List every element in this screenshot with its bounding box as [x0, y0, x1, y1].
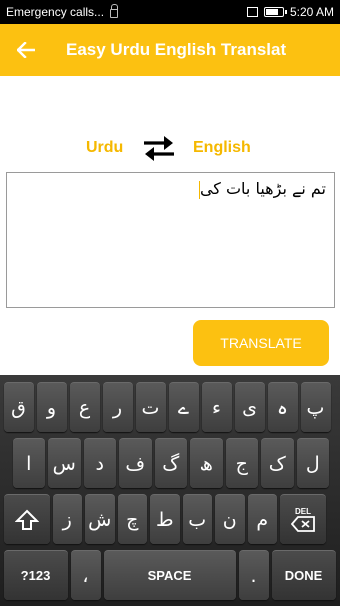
row3-key-6[interactable]: ن	[215, 494, 245, 544]
row3-key-5[interactable]: ب	[182, 494, 212, 544]
input-text: تم نے بڑھیا بات کی	[199, 179, 326, 198]
row1-key-10[interactable]: پ	[300, 382, 331, 432]
row2-key-6[interactable]: ھ	[190, 438, 223, 488]
done-key[interactable]: DONE	[271, 550, 336, 600]
row2-key-5[interactable]: گ	[154, 438, 187, 488]
swap-arrows-icon	[144, 136, 174, 161]
urdu-text-input[interactable]: تم نے بڑھیا بات کی	[6, 172, 335, 308]
row3-key-3[interactable]: چ	[117, 494, 147, 544]
app-bar: Easy Urdu English Translat	[0, 24, 340, 76]
on-screen-keyboard: قوعرتےءیہپ اسدفگھجکل زشچطبنم DEL ?123 ، …	[0, 375, 340, 606]
row3-key-2[interactable]: ش	[85, 494, 115, 544]
translate-button[interactable]: TRANSLATE	[193, 320, 329, 366]
shift-key[interactable]	[3, 494, 50, 544]
row3-key-1[interactable]: ز	[52, 494, 82, 544]
delete-label: DEL	[295, 507, 311, 516]
comma-key[interactable]: ،	[70, 550, 101, 600]
keyboard-row-2: اسدفگھجکل	[0, 435, 340, 491]
notification-text: Emergency calls...	[6, 5, 105, 19]
row1-key-8[interactable]: ی	[234, 382, 265, 432]
app-title: Easy Urdu English Translat	[66, 40, 287, 59]
keyboard-row-3-letters: زشچطبنم	[51, 494, 279, 544]
language-selector: Urdu English	[0, 132, 340, 164]
row1-key-1[interactable]: ق	[3, 382, 34, 432]
row2-key-4[interactable]: ف	[119, 438, 152, 488]
backspace-icon	[291, 516, 315, 532]
status-time: 5:20 AM	[289, 5, 334, 19]
keyboard-row-1: قوعرتےءیہپ	[0, 379, 340, 435]
arrow-left-icon	[17, 42, 35, 58]
battery-icon	[263, 7, 287, 17]
status-bar: Emergency calls... 5:20 AM	[0, 0, 340, 24]
symbols-key[interactable]: ?123	[3, 550, 68, 600]
row1-key-4[interactable]: ر	[102, 382, 133, 432]
period-key[interactable]: .	[238, 550, 269, 600]
row1-key-9[interactable]: ہ	[267, 382, 298, 432]
row2-key-3[interactable]: د	[83, 438, 116, 488]
row3-key-7[interactable]: م	[247, 494, 277, 544]
row2-key-2[interactable]: س	[48, 438, 81, 488]
swap-languages-button[interactable]	[140, 134, 178, 162]
row3-key-4[interactable]: ط	[150, 494, 180, 544]
battery-fill	[265, 9, 278, 15]
row1-key-7[interactable]: ء	[201, 382, 232, 432]
status-right: 5:20 AM	[246, 5, 334, 19]
status-left: Emergency calls...	[6, 4, 247, 19]
row2-key-8[interactable]: ک	[261, 438, 294, 488]
back-button[interactable]	[0, 24, 52, 76]
source-language[interactable]: Urdu	[86, 139, 123, 157]
keyboard-row-4: ?123 ، SPACE . DONE	[0, 547, 340, 603]
image-notification-icon	[246, 7, 258, 17]
row1-key-2[interactable]: و	[36, 382, 67, 432]
row2-key-9[interactable]: ل	[296, 438, 329, 488]
row1-key-5[interactable]: ت	[135, 382, 166, 432]
target-language[interactable]: English	[193, 139, 251, 157]
lock-icon	[110, 4, 119, 18]
row1-key-6[interactable]: ے	[168, 382, 199, 432]
keyboard-row-3: زشچطبنم DEL	[0, 491, 340, 547]
row2-key-7[interactable]: ج	[225, 438, 258, 488]
shift-arrow-icon	[14, 509, 39, 530]
row2-key-1[interactable]: ا	[12, 438, 45, 488]
delete-key[interactable]: DEL	[280, 494, 326, 544]
space-key[interactable]: SPACE	[103, 550, 236, 600]
row1-key-3[interactable]: ع	[69, 382, 100, 432]
